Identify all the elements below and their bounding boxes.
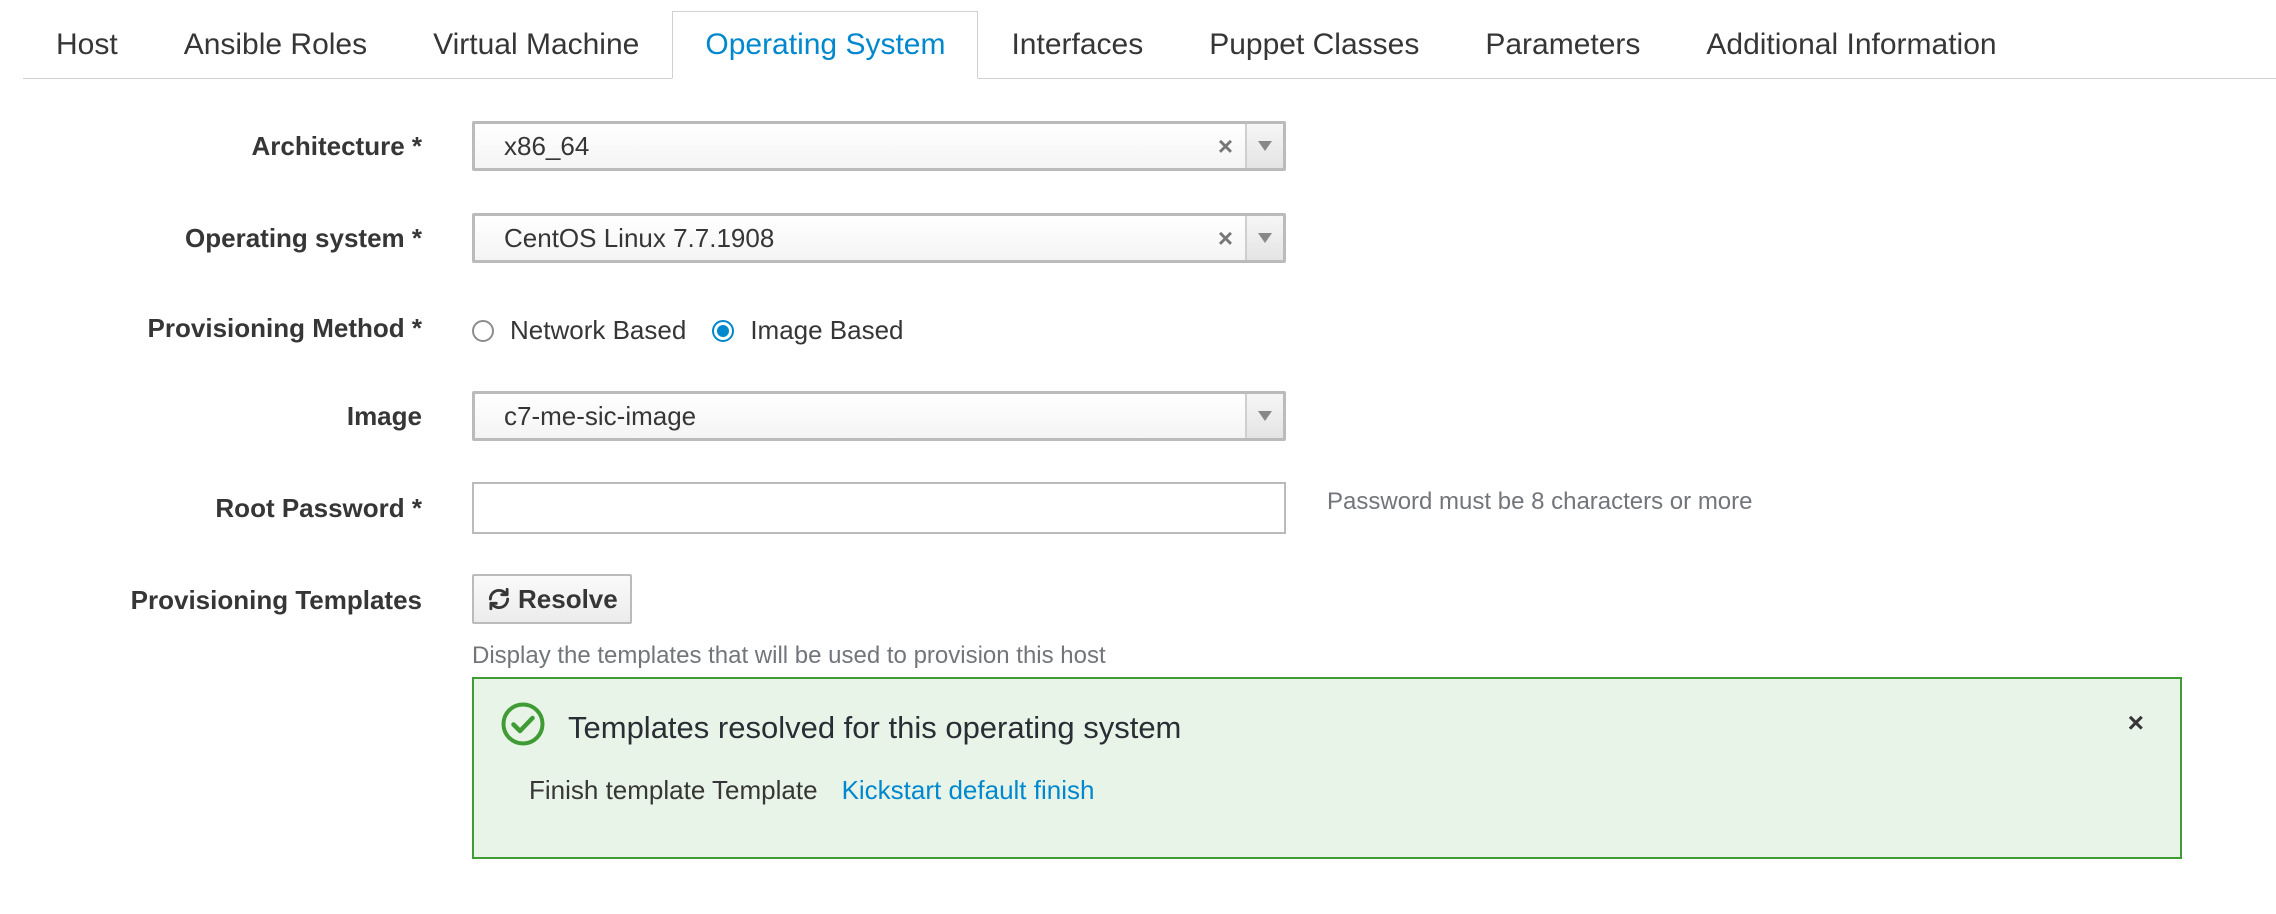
provisioning-templates-help: Display the templates that will be used … <box>472 642 1106 669</box>
close-icon[interactable]: × <box>2128 707 2144 739</box>
image-label: Image <box>346 401 422 431</box>
image-based-radio[interactable] <box>712 319 735 342</box>
clear-icon[interactable]: × <box>1218 216 1233 260</box>
dropdown-toggle[interactable] <box>1245 394 1283 438</box>
dropdown-toggle[interactable] <box>1245 124 1283 168</box>
root-password-help: Password must be 8 characters or more <box>1327 488 1753 515</box>
image-based-label[interactable]: Image Based <box>750 315 903 346</box>
success-alert: Templates resolved for this operating sy… <box>472 677 2182 859</box>
operating-system-select[interactable]: CentOS Linux 7.7.1908 × <box>472 213 1286 263</box>
tab-parameters[interactable]: Parameters <box>1452 11 1673 79</box>
tab-puppet-classes[interactable]: Puppet Classes <box>1176 11 1452 79</box>
kickstart-default-finish-link[interactable]: Kickstart default finish <box>842 775 1095 805</box>
image-value: c7-me-sic-image <box>504 401 697 431</box>
provisioning-method-radio-group: Network Based Image Based <box>472 315 930 346</box>
network-based-radio[interactable] <box>472 319 494 342</box>
clear-icon[interactable]: × <box>1218 124 1233 168</box>
chevron-down-icon <box>1258 233 1272 243</box>
tab-ansible-roles[interactable]: Ansible Roles <box>151 11 400 79</box>
check-circle-icon <box>501 702 545 746</box>
operating-system-label: Operating system * <box>185 223 422 253</box>
tab-bar: Host Ansible Roles Virtual Machine Opera… <box>23 10 2276 79</box>
resolve-button[interactable]: Resolve <box>472 574 632 624</box>
alert-detail: Finish template Template Kickstart defaul… <box>529 775 1094 806</box>
provisioning-method-label: Provisioning Method * <box>147 313 422 343</box>
root-password-input[interactable] <box>472 482 1286 534</box>
alert-title: Templates resolved for this operating sy… <box>568 710 1182 745</box>
architecture-select[interactable]: x86_64 × <box>472 121 1286 171</box>
root-password-label: Root Password * <box>215 493 422 523</box>
architecture-label: Architecture * <box>251 131 423 161</box>
tab-operating-system[interactable]: Operating System <box>672 11 979 79</box>
network-based-label[interactable]: Network Based <box>510 315 686 346</box>
tab-virtual-machine[interactable]: Virtual Machine <box>400 11 672 79</box>
refresh-icon <box>488 587 510 611</box>
resolve-button-label: Resolve <box>518 583 618 614</box>
chevron-down-icon <box>1258 141 1272 151</box>
tab-interfaces[interactable]: Interfaces <box>978 11 1176 79</box>
chevron-down-icon <box>1258 411 1272 421</box>
tab-host[interactable]: Host <box>23 11 151 79</box>
operating-system-value: CentOS Linux 7.7.1908 <box>504 223 775 253</box>
architecture-value: x86_64 <box>504 131 590 161</box>
dropdown-toggle[interactable] <box>1245 216 1283 260</box>
image-select[interactable]: c7-me-sic-image <box>472 391 1286 441</box>
finish-template-label: Finish template Template <box>529 775 818 805</box>
provisioning-templates-label: Provisioning Templates <box>130 585 422 615</box>
tab-additional-information[interactable]: Additional Information <box>1673 11 2029 79</box>
